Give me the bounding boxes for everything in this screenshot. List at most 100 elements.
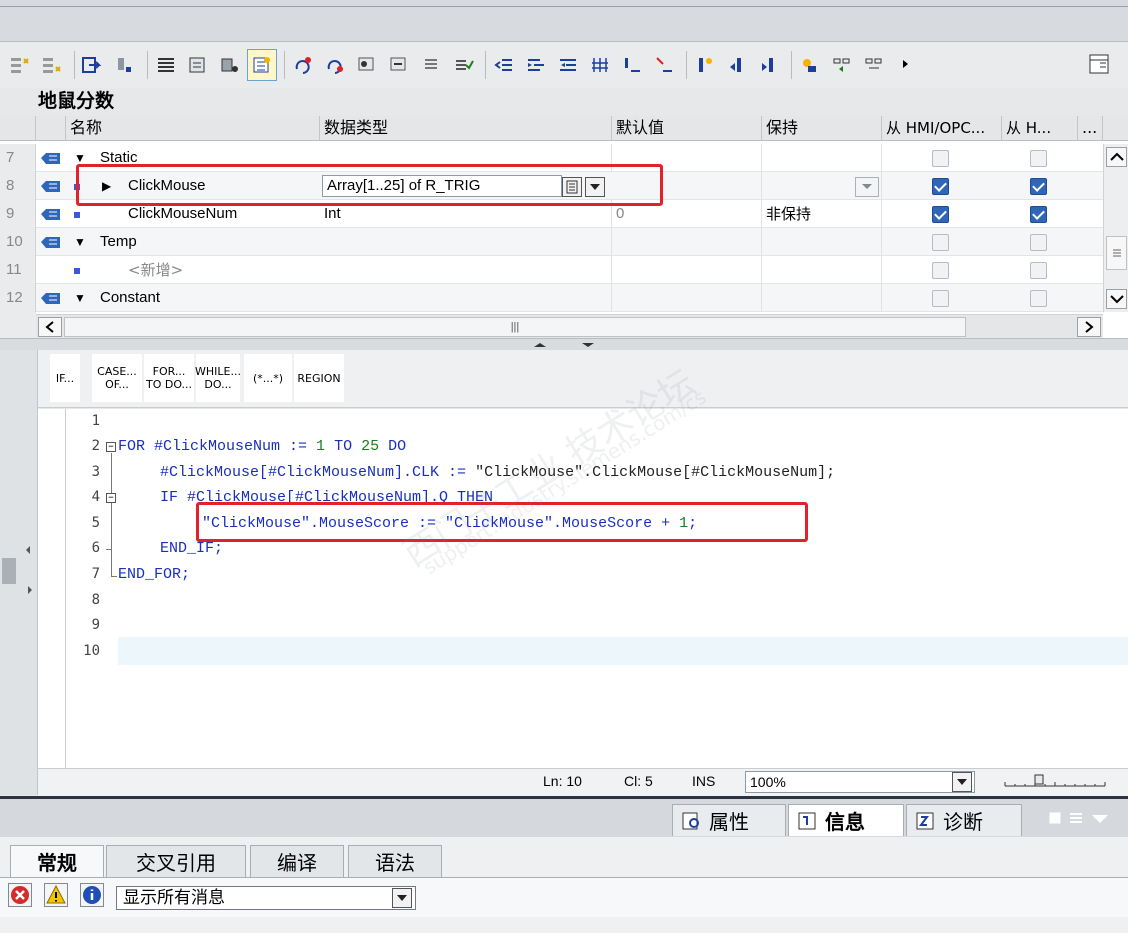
row-default[interactable] [612,256,762,284]
zoom-select[interactable]: 100% [745,771,975,793]
hmi-write-checkbox[interactable] [1030,150,1047,167]
uncomment-icon[interactable] [650,50,678,80]
reset-icon[interactable] [289,50,317,80]
table-row[interactable]: 10 ▼ Temp [0,228,1103,256]
list-view-icon[interactable] [152,50,180,80]
header-datatype[interactable]: 数据类型 [320,116,612,141]
reset-start-icon[interactable] [321,50,349,80]
horizontal-scrollbar[interactable]: ||| [36,314,1103,338]
scroll-thumb-vertical[interactable] [1106,236,1127,270]
row-retain[interactable] [762,284,882,312]
row-default[interactable] [612,284,762,312]
outdent-icon[interactable] [554,50,582,80]
scroll-up-icon[interactable] [1106,147,1127,167]
hmi-write-checkbox[interactable] [1030,206,1047,223]
fold-toggle-icon[interactable]: − [106,493,116,503]
row-retain[interactable] [762,228,882,256]
region-snippet-button[interactable]: REGION [294,354,344,402]
go-to-icon[interactable] [79,50,107,80]
warning-filter-icon[interactable] [44,883,68,907]
row-retain[interactable] [762,144,882,172]
snapshot-icon[interactable] [247,49,277,81]
subtab-cross-reference[interactable]: 交叉引用 [106,845,246,877]
vertical-scrollbar[interactable] [1103,144,1128,312]
hmi-access-checkbox[interactable] [932,178,949,195]
step-over-icon[interactable] [860,50,888,80]
zoom-slider[interactable] [1003,773,1108,791]
header-name[interactable]: 名称 [66,116,320,141]
header-retain[interactable]: 保持 [762,116,882,141]
row-datatype[interactable] [320,256,612,284]
hmi-access-checkbox[interactable] [932,150,949,167]
fold-toggle-icon[interactable]: − [106,442,116,452]
hmi-write-checkbox[interactable] [1030,262,1047,279]
tab-diagnostics[interactable]: 诊断 [906,804,1022,836]
for-snippet-button[interactable]: FOR... TO DO... [144,354,194,402]
hmi-access-checkbox[interactable] [932,262,949,279]
tab-info[interactable]: 信息 [788,804,904,836]
row-default[interactable] [612,228,762,256]
case-snippet-button[interactable]: CASE... OF... [92,354,142,402]
indent-left-icon[interactable] [490,50,518,80]
hmi-access-checkbox[interactable] [932,234,949,251]
next-bookmark-icon[interactable] [755,50,783,80]
info-filter-icon[interactable] [80,883,104,907]
if-snippet-button[interactable]: IF... [50,354,80,402]
prev-bookmark-icon[interactable] [723,50,751,80]
header-hmi-access[interactable]: 从 HMI/OPC... [882,116,1002,141]
error-filter-icon[interactable] [8,883,32,907]
header-default[interactable]: 默认值 [612,116,762,141]
subtab-syntax[interactable]: 语法 [348,845,442,877]
scroll-right-icon[interactable] [1077,317,1101,337]
list-lines-icon[interactable] [417,50,445,80]
column-icon[interactable] [586,50,614,80]
message-filter-select[interactable]: 显示所有消息 [116,886,416,910]
code-line-7[interactable]: END_FOR; [118,566,190,583]
while-snippet-button[interactable]: WHILE... DO... [195,354,241,402]
header-hmi-write[interactable]: 从 H... [1002,116,1078,141]
row-name[interactable]: Temp [96,228,320,256]
monitor-all-icon[interactable] [385,50,413,80]
add-row-icon[interactable] [38,50,66,80]
scl-code-editor[interactable]: 1 2 3 4 5 6 7 8 9 10 − − FOR #ClickMouse… [38,409,1128,768]
compile-icon[interactable] [449,50,477,80]
watch-icon[interactable] [796,50,824,80]
step-icon[interactable] [828,50,856,80]
scroll-down-icon[interactable] [1106,289,1127,309]
row-retain[interactable]: 非保持 [762,200,882,228]
hmi-write-checkbox[interactable] [1030,234,1047,251]
row-datatype[interactable] [320,228,612,256]
side-panel-toggle-icon[interactable] [0,542,38,602]
splitter-arrows-icon[interactable] [526,341,606,349]
pane-splitter[interactable] [0,338,1128,350]
collapse-triangle-icon[interactable]: ▼ [74,228,86,256]
zoom-dropdown-icon[interactable] [952,772,972,792]
retain-dropdown-icon[interactable] [855,177,879,197]
row-retain[interactable] [762,256,882,284]
scroll-thumb[interactable]: ||| [64,317,966,337]
code-line-2[interactable]: FOR #ClickMouseNum := 1 TO 25 DO [118,438,406,455]
subtab-compile[interactable]: 编译 [250,845,344,877]
message-filter-dropdown-icon[interactable] [392,888,412,908]
comment-snippet-button[interactable]: (*...*) [244,354,292,402]
scroll-left-icon[interactable] [38,317,62,337]
instance-icon[interactable] [216,50,244,80]
comment-icon[interactable] [618,50,646,80]
monitor-icon[interactable] [353,50,381,80]
network-icon[interactable] [184,50,212,80]
subtab-general[interactable]: 常规 [10,845,104,877]
hmi-access-checkbox[interactable] [932,290,949,307]
indent-right-icon[interactable] [522,50,550,80]
insert-row-icon[interactable] [6,50,34,80]
table-row[interactable]: 12 ▼ Constant [0,284,1103,312]
collapse-triangle-icon[interactable]: ▼ [74,284,86,312]
hmi-write-checkbox[interactable] [1030,290,1047,307]
toolbar-more-icon[interactable] [892,50,920,80]
panel-layout-icon[interactable] [1086,50,1112,78]
tab-properties[interactable]: 属性 [672,804,786,836]
row-datatype[interactable] [320,284,612,312]
header-more[interactable]: ... [1078,116,1103,141]
row-name[interactable]: Constant [96,284,320,312]
code-line-3[interactable]: #ClickMouse[#ClickMouseNum].CLK := "Clic… [160,464,835,481]
panel-options-icon[interactable] [1048,809,1124,827]
